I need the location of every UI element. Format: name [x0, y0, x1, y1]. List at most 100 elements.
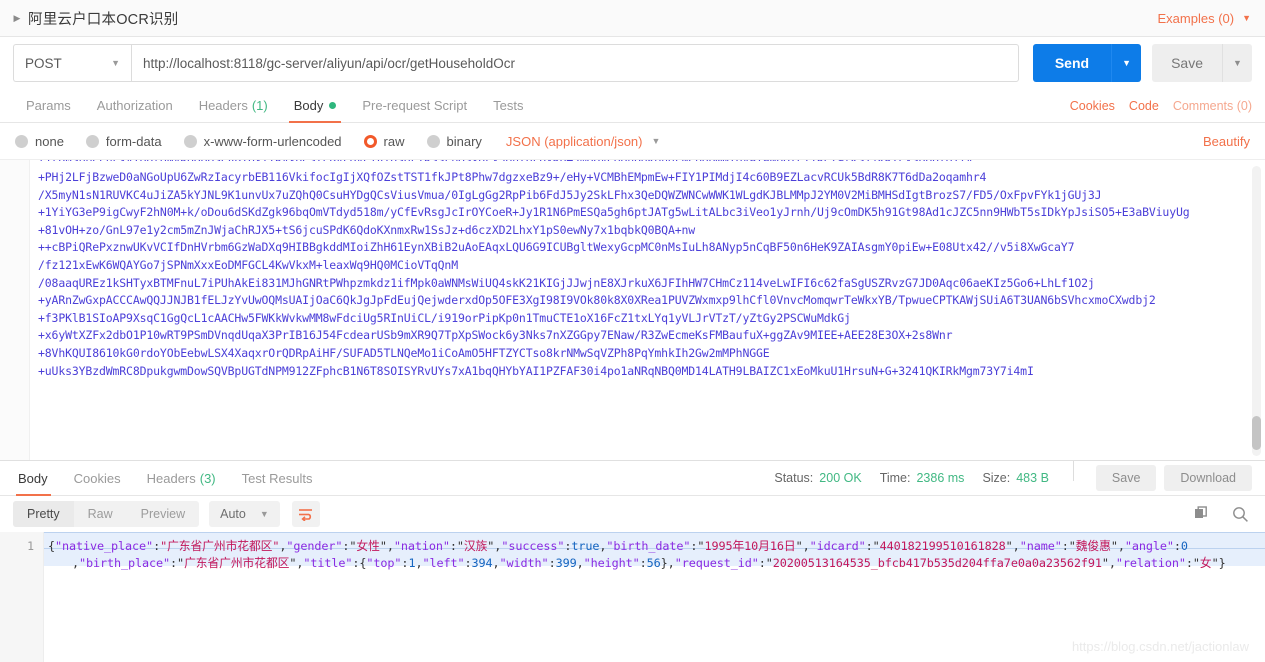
scrollbar-thumb[interactable]	[1252, 416, 1261, 450]
response-gutter: 1	[0, 532, 44, 662]
value-nation: 汉族	[463, 539, 488, 553]
body-type-x-www-form-urlencoded[interactable]: x-www-form-urlencoded	[183, 133, 342, 149]
tab-pre-request-script[interactable]: Pre-request Script	[349, 89, 480, 122]
triangle-right-icon[interactable]: ▶	[10, 12, 24, 26]
comments-link[interactable]: Comments (0)	[1173, 99, 1252, 113]
beautify-button[interactable]: Beautify	[1203, 134, 1250, 149]
response-save-button[interactable]: Save	[1095, 465, 1157, 491]
tab-headers[interactable]: Headers (1)	[186, 89, 281, 122]
response-tab-body[interactable]: Body	[13, 461, 61, 496]
body-line: +8VhKQUI8610kG0rdoYObEebwLSX4XaqxrOrQDRp…	[38, 345, 770, 360]
tab-tests[interactable]: Tests	[480, 89, 536, 122]
response-tabs-spacer	[325, 461, 774, 495]
tab-label: Body	[18, 470, 48, 486]
body-line: +x6yWtXZFx2dbO1P10wRT9PSmDVnqdUqaX3PrIB1…	[38, 328, 953, 343]
radio-selected-icon	[363, 134, 377, 148]
save-options-chevron-down-icon[interactable]: ▼	[1222, 44, 1252, 82]
body-line: +uUks3YBzdWmRC8DpukgwmDowSQVBpUGTdNPM912…	[38, 363, 1034, 378]
send-button[interactable]: Send	[1032, 44, 1112, 82]
response-body-viewer[interactable]: 1 {"native_place":"广东省广州市花都区","gender":"…	[0, 532, 1265, 662]
chevron-down-icon[interactable]: ▼	[1242, 13, 1251, 23]
content-type-label: JSON (application/json)	[505, 133, 643, 149]
value-title-left: 394	[471, 556, 493, 570]
body-line: /1rD0SpbCEnEXVTHDtoNVRoQOOSCABTUXIYRVXUC…	[30, 160, 1265, 161]
url-input[interactable]: http://localhost:8118/gc-server/aliyun/a…	[131, 44, 1019, 82]
value-birth-place: 广东省广州市花都区	[184, 556, 290, 570]
method-selector[interactable]: POST ▼	[13, 44, 131, 82]
body-line: +f3PKlB1SIoAP9XsqC1GgQcL1cAACHw5FWKkWvkw…	[38, 310, 851, 325]
format-label: Auto	[220, 507, 246, 521]
value-title-height: 56	[646, 556, 661, 570]
examples-link[interactable]: Examples (0)	[1158, 11, 1235, 26]
url-text: http://localhost:8118/gc-server/aliyun/a…	[143, 55, 515, 71]
save-button[interactable]: Save	[1152, 44, 1222, 82]
request-tabs: Params Authorization Headers (1) Body Pr…	[0, 89, 1265, 123]
value-relation: 女	[1199, 556, 1212, 570]
send-options-chevron-down-icon[interactable]: ▼	[1111, 44, 1142, 82]
tab-label: Authorization	[96, 98, 173, 113]
body-present-dot-icon	[329, 102, 337, 109]
radio-icon	[183, 134, 197, 148]
body-editor-gutter	[0, 160, 30, 460]
response-view-segments: Pretty Raw Preview	[13, 501, 200, 527]
request-tabs-spacer	[536, 89, 1055, 122]
radio-label: x-www-form-urlencoded	[203, 133, 342, 149]
value-request-id: 20200513164535_bfcb417b535d204ffa7e0a0a2…	[772, 556, 1102, 570]
response-tab-cookies[interactable]: Cookies	[61, 461, 134, 495]
meta-divider	[1072, 461, 1074, 481]
value-gender: 女性	[356, 539, 380, 553]
body-line: +81vOH+zo/GnL97e1y2cm5mZnJWjaChRJX5+tS6j…	[38, 222, 696, 237]
tab-label: Cookies	[73, 470, 121, 486]
body-type-form-data[interactable]: form-data	[85, 133, 162, 149]
radio-icon	[85, 134, 99, 148]
tab-params[interactable]: Params	[13, 89, 84, 122]
body-editor-scrollbar[interactable]	[1252, 166, 1261, 456]
content-type-selector[interactable]: JSON (application/json) ▼	[506, 134, 660, 149]
body-line: +1YiYG3eP9igCwyF2hN0M+k/oDou6dSKdZgk96bq…	[38, 205, 1190, 220]
copy-glyph	[1195, 506, 1207, 518]
chevron-down-icon: ▼	[259, 509, 269, 519]
view-pretty-button[interactable]: Pretty	[13, 501, 74, 527]
tab-body[interactable]: Body	[281, 89, 350, 123]
response-format-selector[interactable]: Auto ▼	[209, 501, 280, 527]
request-body-editor[interactable]: /1rD0SpbCEnEXVTHDtoNVRoQOOSCABTUXIYRVXUC…	[0, 159, 1265, 460]
search-icon[interactable]	[1228, 502, 1252, 526]
response-toolbar: Pretty Raw Preview Auto ▼	[0, 496, 1265, 532]
response-meta: Status: 200 OK Time: 2386 ms Size: 483 B	[774, 461, 1049, 495]
response-code-area[interactable]: {"native_place":"广东省广州市花都区","gender":"女性…	[44, 532, 1265, 662]
radio-label: binary	[446, 133, 482, 149]
tab-authorization[interactable]: Authorization	[84, 89, 186, 122]
body-type-none[interactable]: none	[15, 134, 64, 149]
title-bar: ▶ 阿里云户口本OCR识别 Examples (0) ▼	[0, 0, 1265, 37]
body-type-binary[interactable]: binary	[426, 133, 482, 149]
body-line: ++cBPiQRePxznwUKvVCIfDnHVrbm6GzWaDXq9HIB…	[38, 240, 1075, 255]
response-tab-headers[interactable]: Headers (3)	[134, 461, 229, 495]
response-download-button[interactable]: Download	[1164, 465, 1252, 491]
code-link[interactable]: Code	[1129, 99, 1159, 113]
response-tab-test-results[interactable]: Test Results	[229, 461, 326, 495]
word-wrap-glyph	[299, 508, 313, 521]
tab-label: Tests	[493, 98, 524, 113]
body-type-raw[interactable]: raw	[363, 134, 405, 149]
request-tabs-right-links: Cookies Code Comments (0)	[1056, 89, 1252, 122]
response-tabs: Body Cookies Headers (3) Test Results St…	[0, 460, 1265, 496]
value-angle: 0	[1180, 539, 1188, 553]
body-editor-code-area[interactable]: /1rD0SpbCEnEXVTHDtoNVRoQOOSCABTUXIYRVXUC…	[30, 160, 1265, 460]
chevron-down-icon: ▼	[111, 58, 120, 68]
cookies-link[interactable]: Cookies	[1070, 99, 1115, 113]
view-raw-button[interactable]: Raw	[74, 501, 127, 527]
value-name: 魏俊惠	[1075, 539, 1111, 553]
radio-label: form-data	[105, 133, 162, 149]
method-label: POST	[25, 55, 62, 71]
response-json-line-1: {"native_place":"广东省广州市花都区","gender":"女性…	[48, 539, 1188, 553]
copy-icon[interactable]	[1190, 502, 1214, 526]
response-json-line-2: ,"birth_place":"广东省广州市花都区","title":{"top…	[72, 556, 1226, 570]
time-value: 2386 ms	[916, 471, 965, 485]
value-birth-date: 1995年10月16日	[704, 539, 796, 553]
body-line: +PHj2LFjBzweD0aNGoUpU6ZwRzIacyrbEB116Vki…	[38, 170, 987, 184]
word-wrap-icon[interactable]	[291, 501, 320, 527]
value-title-width: 399	[555, 556, 577, 570]
url-row: POST ▼ http://localhost:8118/gc-server/a…	[0, 37, 1265, 89]
status-label: Status:	[774, 471, 814, 485]
view-preview-button[interactable]: Preview	[127, 501, 199, 527]
